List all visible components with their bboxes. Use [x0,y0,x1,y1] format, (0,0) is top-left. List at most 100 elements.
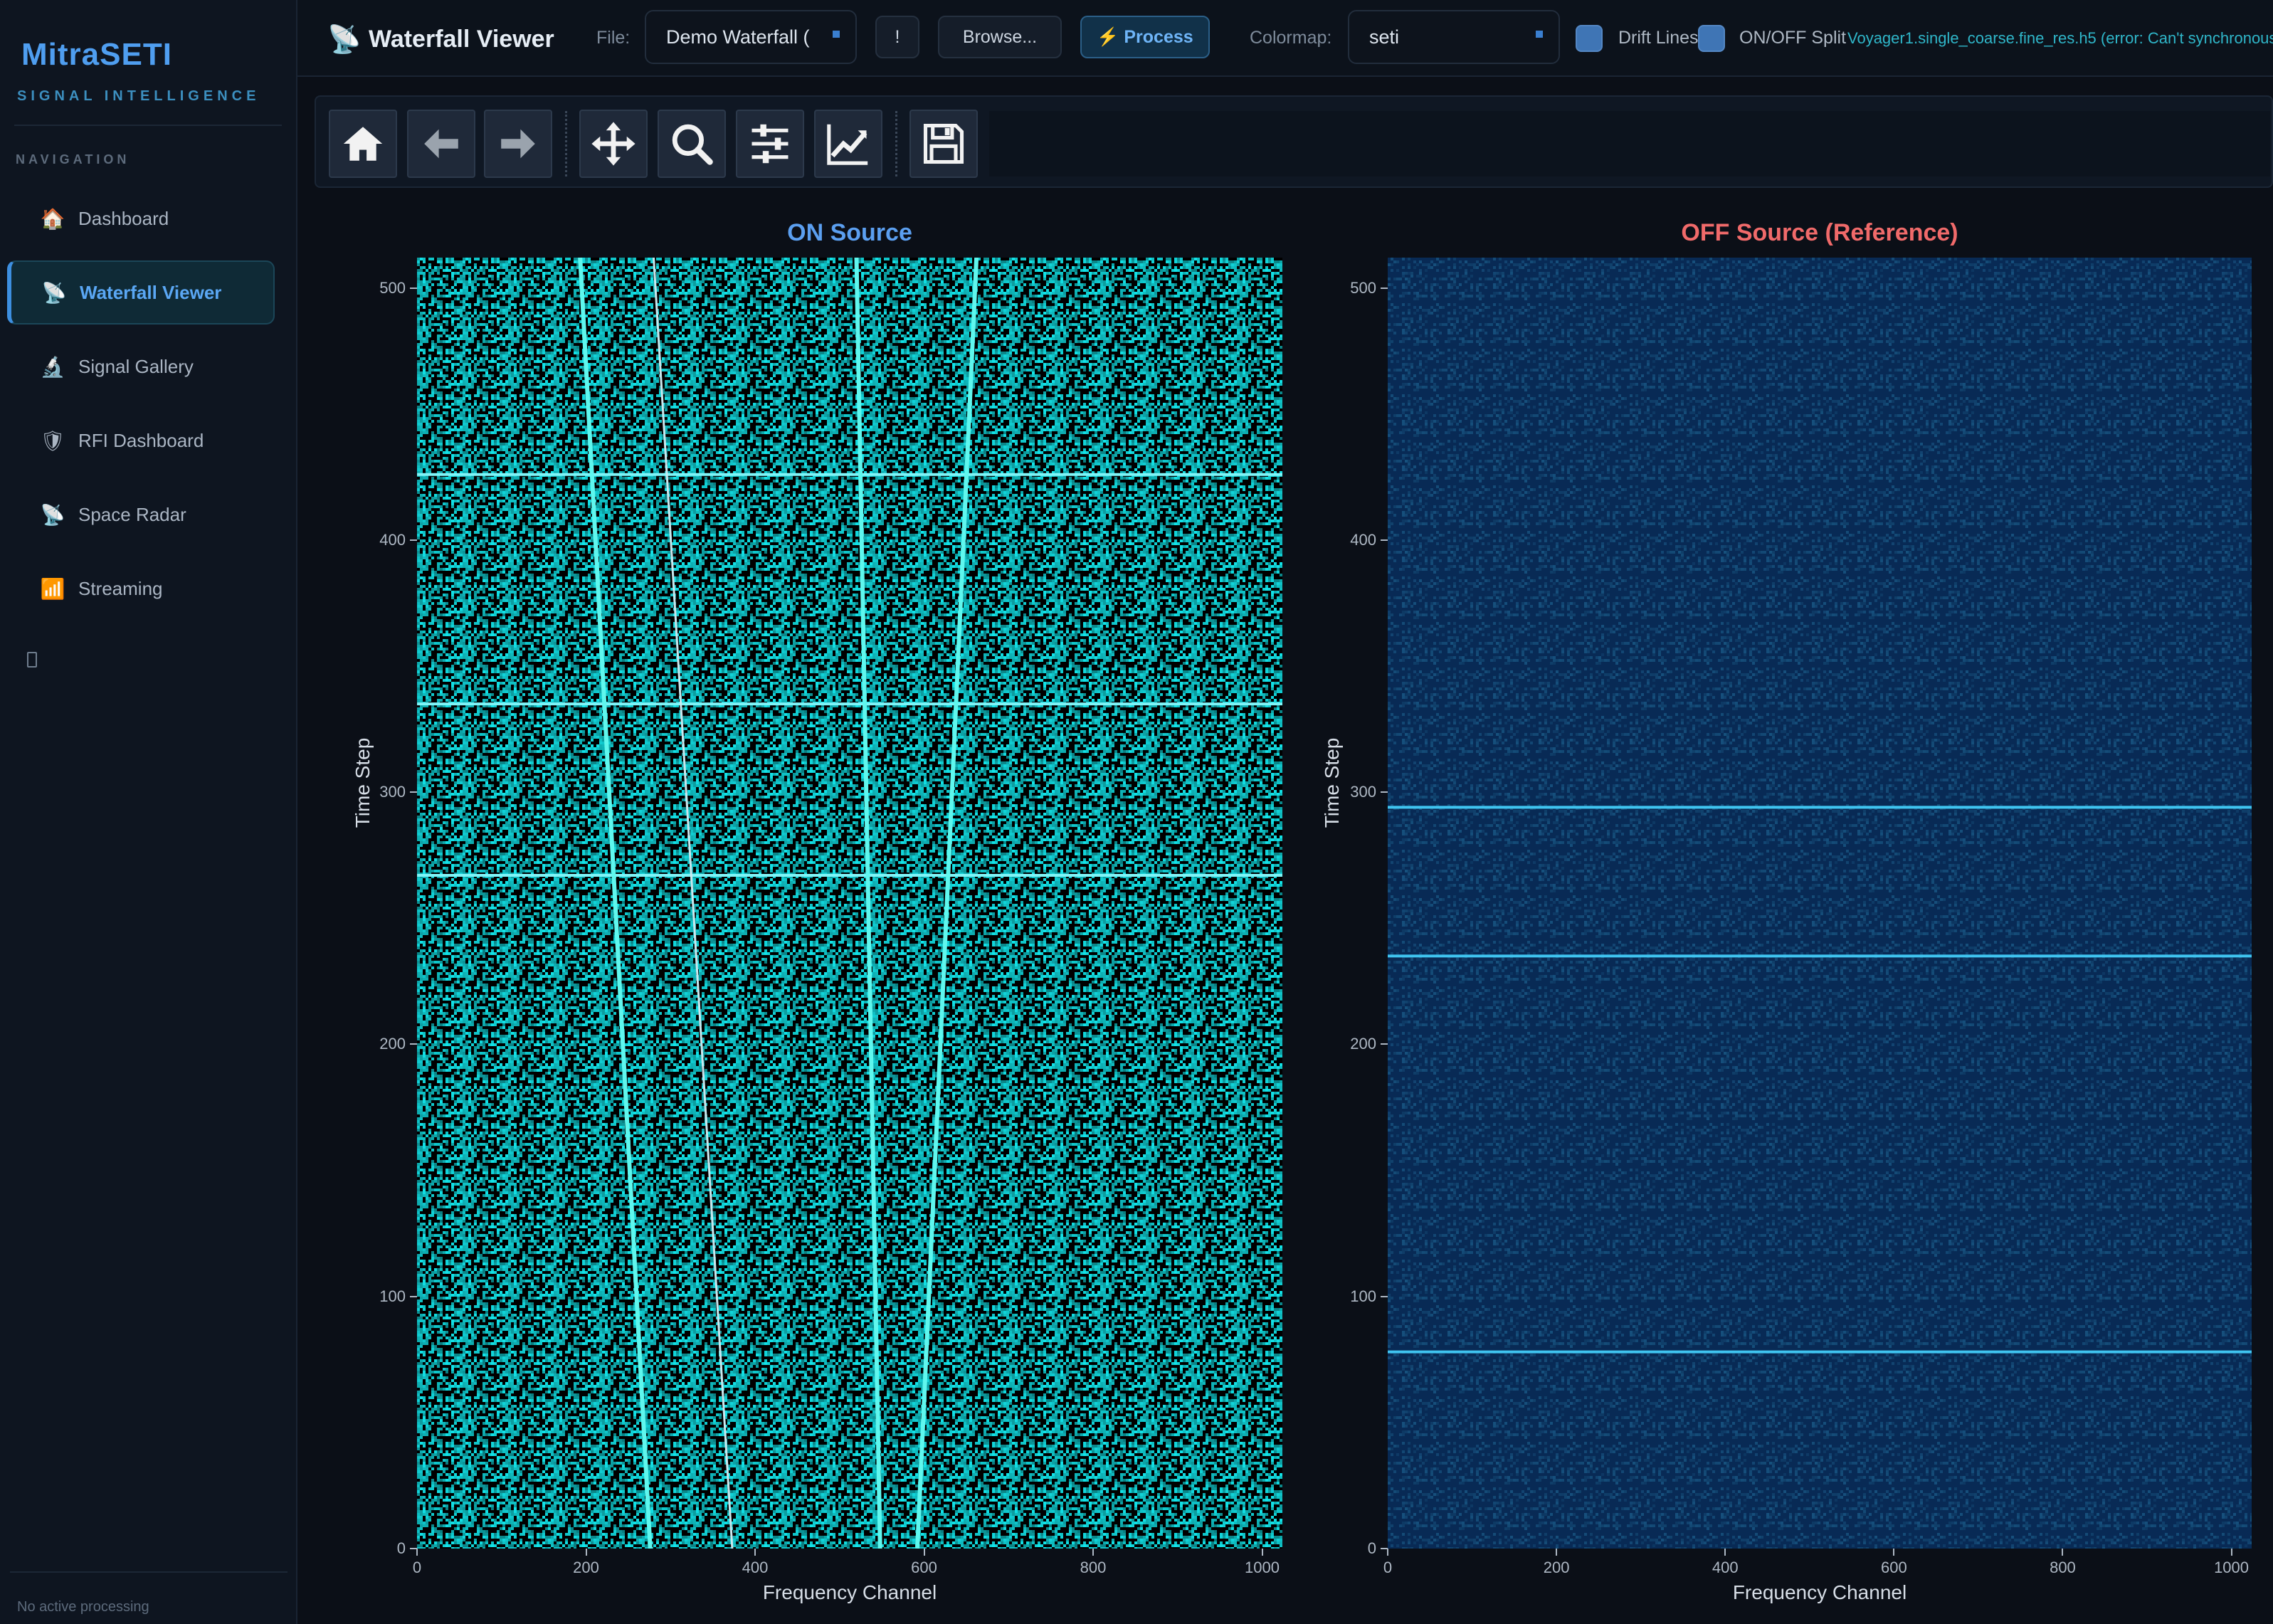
on-source-xlabel: Frequency Channel [762,1581,937,1603]
plot-navigation-toolbar [315,95,2273,188]
sidebar-item-label: Waterfall Viewer [80,281,222,303]
back-arrow-icon [424,129,458,159]
y-tick-mark [410,287,417,289]
sidebar-item-waterfall-viewer[interactable]: 📡 Waterfall Viewer [7,260,275,325]
file-select-value: Demo Waterfall ( [666,26,810,48]
collapse-sidebar-icon[interactable] [27,652,37,668]
save-button[interactable] [909,110,978,178]
sidebar-item-label: Streaming [78,577,163,599]
file-select[interactable]: Demo Waterfall ( [645,10,857,64]
file-label: File: [596,28,631,48]
y-tick-label: 200 [379,1035,406,1053]
off-source-waterfall-plot[interactable] [1388,258,2252,1549]
configure-subplots-icon [751,124,789,164]
x-tick-mark [2062,1549,2064,1556]
pan-button[interactable] [579,110,648,178]
file-info-button[interactable]: ! [875,16,919,58]
satellite-dish-icon: 📡 [41,281,67,304]
home-icon [343,127,383,161]
sidebar-item-space-radar[interactable]: 📡 Space Radar [7,483,275,547]
x-tick-mark [1556,1549,1558,1556]
home-button[interactable] [329,110,397,178]
sidebar-item-label: Signal Gallery [78,355,194,377]
forward-button[interactable] [484,110,552,178]
y-tick-mark [1381,791,1388,793]
divider [14,125,282,126]
back-button[interactable] [407,110,475,178]
file-status-text: Voyager1.single_coarse.fine_res.h5 (erro… [1847,29,2273,47]
onoff-split-label: ON/OFF Split [1739,28,1847,48]
sidebar: MitraSETI SIGNAL INTELLIGENCE NAVIGATION… [0,0,297,1624]
brand-tagline: SIGNAL INTELLIGENCE [17,88,260,104]
sidebar-item-rfi-dashboard[interactable]: 🛡 RFI Dashboard [7,408,275,473]
x-tick-mark [1724,1549,1726,1556]
y-tick-mark [410,1043,417,1045]
forward-arrow-icon [501,129,535,159]
configure-subplots-button[interactable] [736,110,804,178]
x-tick-mark [1261,1549,1263,1556]
heatmap-background [1388,258,2252,1549]
on-source-title: ON Source [787,219,912,246]
page-title: Waterfall Viewer [369,26,554,53]
colormap-select-value: seti [1369,26,1400,48]
x-tick-label: 400 [742,1559,769,1576]
home-icon: 🏠 [40,207,65,230]
y-tick-label: 200 [1350,1035,1376,1053]
off-source-title: OFF Source (Reference) [1681,219,1958,246]
x-tick-label: 200 [1543,1559,1570,1576]
y-tick-mark [410,791,417,793]
x-tick-mark [1092,1549,1094,1556]
divider [895,111,897,176]
y-tick-label: 500 [1350,278,1376,297]
sidebar-item-label: RFI Dashboard [78,429,204,451]
top-toolbar: 📡 Waterfall Viewer File: Demo Waterfall … [297,0,2273,77]
signal-bars-icon: 📶 [40,577,65,600]
y-tick-mark [1381,287,1388,289]
process-button[interactable]: ⚡ Process [1080,16,1210,58]
sidebar-item-streaming[interactable]: 📶 Streaming [7,557,275,621]
y-tick-mark [1381,1043,1388,1045]
x-tick-label: 600 [911,1559,937,1576]
y-tick-mark [410,1548,417,1549]
edit-axis-button[interactable] [814,110,882,178]
x-tick-label: 1000 [2214,1559,2250,1576]
colormap-label: Colormap: [1250,28,1332,48]
y-tick-mark [1381,1295,1388,1297]
chevron-down-icon [1536,31,1543,38]
line-chart-icon [827,124,868,165]
x-tick-label: 400 [1712,1559,1739,1576]
x-tick-label: 0 [1383,1559,1393,1576]
chevron-down-icon [833,31,840,38]
off-source-xlabel: Frequency Channel [1732,1581,1907,1603]
colormap-select[interactable]: seti [1348,10,1560,64]
on-source-waterfall-plot[interactable] [417,258,1282,1549]
y-tick-mark [410,1295,417,1297]
browse-button[interactable]: Browse... [938,16,1062,58]
x-tick-label: 800 [2050,1559,2076,1576]
x-tick-mark [754,1549,756,1556]
pan-icon [591,122,636,166]
shield-icon: 🛡 [40,429,65,452]
y-tick-label: 500 [379,278,406,297]
x-tick-mark [585,1549,587,1556]
y-tick-label: 100 [379,1287,406,1305]
sidebar-item-signal-gallery[interactable]: 🔬 Signal Gallery [7,334,275,399]
x-tick-mark [923,1549,925,1556]
onoff-split-checkbox[interactable] [1698,25,1725,52]
sidebar-item-label: Dashboard [78,207,169,229]
processing-status: No active processing [17,1599,149,1615]
zoom-icon [672,124,713,165]
sidebar-item-label: Space Radar [78,503,186,525]
sidebar-item-dashboard[interactable]: 🏠 Dashboard [7,186,275,251]
divider [10,1571,288,1573]
drift-lines-checkbox[interactable] [1576,25,1603,52]
y-tick-label: 0 [396,1539,406,1557]
y-tick-label: 400 [379,530,406,549]
x-tick-label: 1000 [1245,1559,1280,1576]
y-tick-label: 300 [379,783,406,801]
zoom-button[interactable] [658,110,726,178]
y-tick-mark [1381,539,1388,541]
y-tick-label: 300 [1350,783,1376,801]
x-tick-label: 800 [1080,1559,1107,1576]
x-tick-label: 200 [573,1559,599,1576]
